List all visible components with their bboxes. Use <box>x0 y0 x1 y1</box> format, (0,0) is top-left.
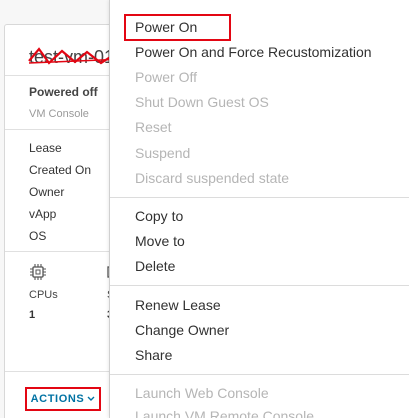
menu-item-launch-web-console: Launch Web Console <box>135 385 269 401</box>
menu-item-copy-to[interactable]: Copy to <box>135 207 183 225</box>
menu-item-renew-lease[interactable]: Renew Lease <box>135 296 221 314</box>
chevron-down-icon <box>87 396 95 402</box>
menu-item-launch-vm-remote-console: Launch VM Remote Console <box>135 408 314 418</box>
cpus-label: CPUs <box>29 289 58 301</box>
menu-item-power-on-force-recustomization[interactable]: Power On and Force Recustomization <box>135 43 372 61</box>
menu-item-power-off: Power Off <box>135 69 197 85</box>
lease-label: Lease <box>29 141 62 155</box>
menu-item-shut-down-guest-os: Shut Down Guest OS <box>135 94 269 110</box>
actions-menu: Power On Power On and Force Recustomizat… <box>109 0 409 418</box>
os-label: OS <box>29 229 47 243</box>
power-status: Powered off <box>29 85 98 99</box>
menu-separator <box>110 374 409 375</box>
menu-item-change-owner[interactable]: Change Owner <box>135 321 229 339</box>
menu-item-share[interactable]: Share <box>135 346 172 364</box>
vm-page: test-vm-01 Powered off VM Console Lease … <box>0 0 409 418</box>
menu-item-delete[interactable]: Delete <box>135 257 175 275</box>
actions-button[interactable]: ACTIONS <box>25 387 101 411</box>
cpu-icon <box>30 264 46 280</box>
vapp-label: vApp <box>29 207 57 221</box>
menu-item-discard-suspended-state: Discard suspended state <box>135 170 290 186</box>
menu-item-reset: Reset <box>135 119 172 135</box>
created-on-label: Created On <box>29 163 92 177</box>
menu-separator <box>110 197 409 198</box>
menu-separator <box>110 285 409 286</box>
vm-title-area: test-vm-01 <box>28 47 126 67</box>
cpus-value: 1 <box>29 309 36 321</box>
actions-label: ACTIONS <box>30 393 85 405</box>
vm-console-link[interactable]: VM Console <box>29 108 89 120</box>
menu-item-power-on[interactable]: Power On <box>135 18 197 36</box>
menu-item-move-to[interactable]: Move to <box>135 232 185 250</box>
menu-item-suspend: Suspend <box>135 145 191 161</box>
owner-label: Owner <box>29 185 65 199</box>
